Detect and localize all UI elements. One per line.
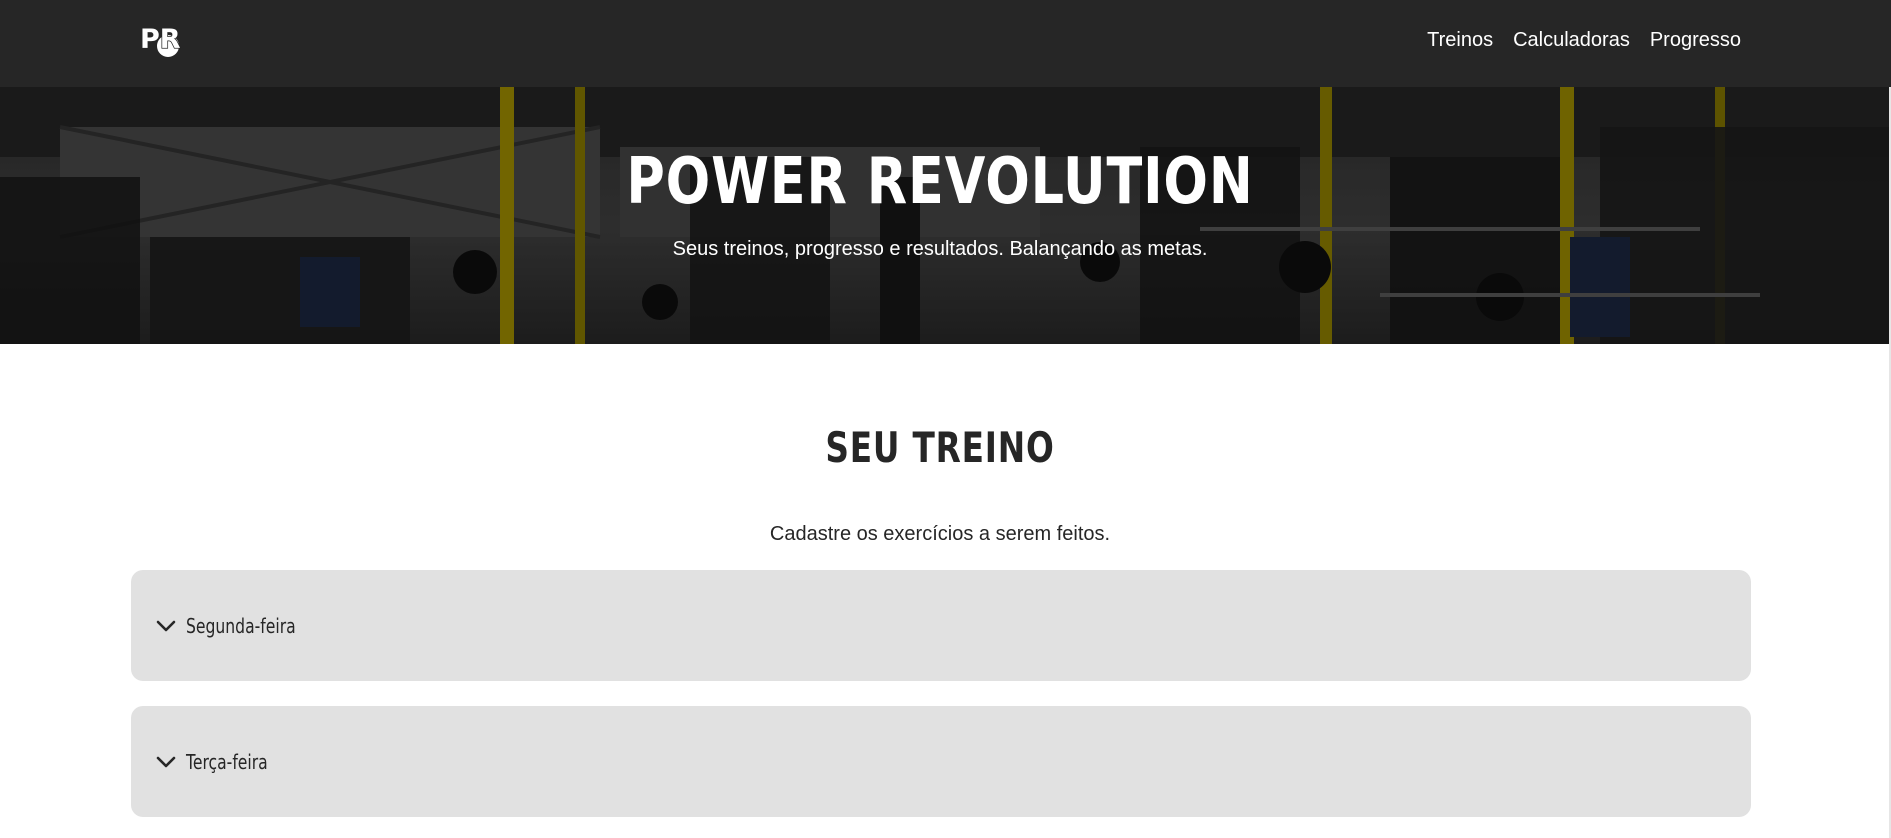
section-title: SEU TREINO bbox=[825, 423, 1055, 472]
logo-icon: PR bbox=[139, 23, 182, 57]
hero-title: POWER REVOLUTION bbox=[626, 145, 1254, 219]
accordion-header[interactable]: Terça-feira bbox=[156, 706, 291, 817]
day-accordion-terca[interactable]: Terça-feira bbox=[131, 706, 1751, 817]
nav-link-calculadoras[interactable]: Calculadoras bbox=[1513, 29, 1630, 52]
section-description: Cadastre os exercícios a serem feitos. bbox=[769, 523, 1111, 545]
hero-subtitle: Seus treinos, progresso e resultados. Ba… bbox=[672, 238, 1208, 260]
accordion-header[interactable]: Segunda-feira bbox=[156, 570, 327, 681]
logo[interactable]: PR bbox=[138, 20, 188, 58]
nav-link-treinos[interactable]: Treinos bbox=[1427, 29, 1493, 52]
day-label: Segunda-feira bbox=[186, 613, 296, 638]
navbar: PR Treinos Calculadoras Progresso bbox=[0, 0, 1891, 87]
nav-link-progresso[interactable]: Progresso bbox=[1650, 29, 1741, 52]
chevron-down-icon bbox=[156, 620, 176, 631]
hero-banner: POWER REVOLUTION Seus treinos, progresso… bbox=[0, 87, 1891, 344]
day-accordion-segunda[interactable]: Segunda-feira bbox=[131, 570, 1751, 681]
main-nav: Treinos Calculadoras Progresso bbox=[1427, 0, 1741, 80]
day-label: Terça-feira bbox=[186, 749, 268, 774]
svg-text:PR: PR bbox=[140, 24, 181, 55]
chevron-down-icon bbox=[156, 756, 176, 767]
